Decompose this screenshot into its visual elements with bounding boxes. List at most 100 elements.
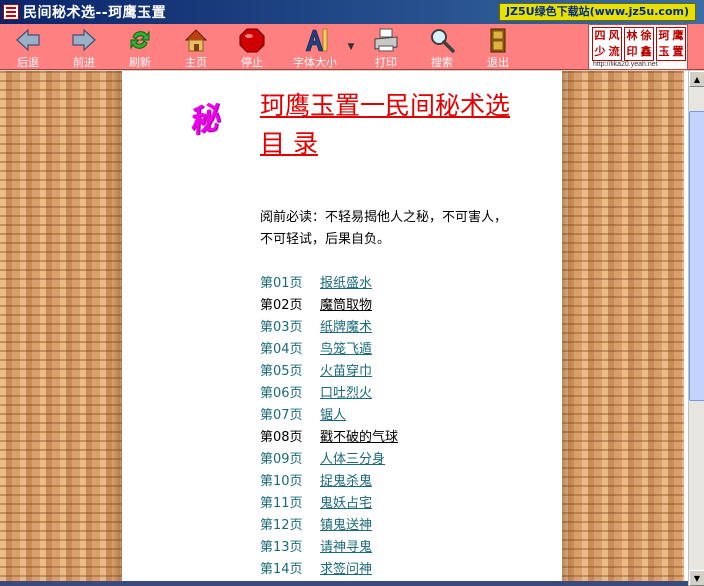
- toc-page-number: 第04页: [260, 342, 303, 357]
- seal-char: 流: [608, 45, 620, 58]
- table-of-contents: 第01页 报纸盛水第02页 魔筒取物第03页 纸牌魔术 第04页 鸟笼飞遁第05页 火苗穿巾…: [260, 273, 398, 581]
- back-button[interactable]: 后退: [0, 24, 56, 70]
- seal-stamp-3: 珂 鹰 玉 置: [656, 27, 686, 61]
- font-size-button[interactable]: 字体大小: [280, 24, 350, 70]
- toc-page-number: 第13页: [260, 540, 303, 555]
- toc-page-number: 第06页: [260, 386, 303, 401]
- notice-line-1: 阅前必读：不轻易揭他人之秘，不可害人，: [260, 210, 508, 225]
- stop-icon: [239, 28, 265, 53]
- vertical-scrollbar[interactable]: ▲ ▼: [688, 71, 704, 586]
- toc-link-page-5[interactable]: 第05页 火苗穿巾: [260, 364, 372, 379]
- toc-page-number: 第05页: [260, 364, 303, 379]
- refresh-label: 刷新: [129, 56, 151, 69]
- scroll-up-button[interactable]: ▲: [689, 71, 704, 87]
- toc-page-number: 第02页: [260, 298, 303, 313]
- refresh-button[interactable]: 刷新: [112, 24, 168, 70]
- toc-page-number: 第09页: [260, 452, 303, 467]
- seal-char: 玉: [658, 45, 670, 58]
- toc-page-number: 第08页: [260, 430, 303, 445]
- exit-door-icon: [490, 28, 506, 53]
- seal-url: http://lika20.yeah.net: [593, 61, 658, 68]
- toc-page-title: 鸟笼飞遁: [320, 342, 373, 357]
- toc-page-title: 火苗穿巾: [320, 364, 373, 379]
- exit-label: 退出: [487, 56, 509, 69]
- search-button[interactable]: 搜索: [414, 24, 470, 70]
- toc-page-title: 口吐烈火: [320, 386, 373, 401]
- back-label: 后退: [17, 56, 39, 69]
- home-label: 主页: [185, 56, 207, 69]
- toc-page-title: 锯人: [320, 408, 347, 423]
- chevron-down-icon[interactable]: ▼: [344, 24, 358, 70]
- headline-title: 珂鹰玉置一民间秘术选: [260, 91, 511, 120]
- seal-char: 四: [594, 29, 606, 42]
- toc-item: 第07页 锯人: [260, 405, 398, 427]
- page-content: 秘 珂鹰玉置一民间秘术选 目 录 阅前必读：不轻易揭他人之秘，不可害人， 不可轻…: [122, 71, 562, 586]
- toc-link-page-7[interactable]: 第07页 锯人: [260, 408, 346, 423]
- right-texture-border: [562, 71, 684, 586]
- toc-link-page-11[interactable]: 第11页 鬼妖占宅: [260, 496, 372, 511]
- toc-page-title: 请神寻鬼: [320, 540, 373, 555]
- home-button[interactable]: 主页: [168, 24, 224, 70]
- toc-link-page-4[interactable]: 第04页 鸟笼飞遁: [260, 342, 372, 357]
- seal-char: 印: [626, 45, 638, 58]
- toc-page-number: 第01页: [260, 276, 303, 291]
- font-size-label: 字体大小: [293, 56, 337, 69]
- toc-page-number: 第12页: [260, 518, 303, 533]
- toolbar: 后退 前进 刷新 主页 停止 字体大小 ▼ 打印 搜索 退出 四 风 少 流 林…: [0, 24, 704, 70]
- toc-link-page-3[interactable]: 第03页 纸牌魔术: [260, 320, 372, 335]
- toc-item: 第05页 火苗穿巾: [260, 361, 398, 383]
- toc-link-page-12[interactable]: 第12页 镇鬼送神: [260, 518, 372, 533]
- toc-link-page-9[interactable]: 第09页 人体三分身: [260, 452, 385, 467]
- toc-item: 第09页 人体三分身: [260, 449, 398, 471]
- title-bar: 民间秘术选--珂鹰玉置 JZ5U绿色下载站(www.jz5u.com): [0, 0, 704, 24]
- toc-item: 第08页 戳不破的气球: [260, 427, 398, 449]
- toc-item: 第13页 请神寻鬼: [260, 537, 398, 559]
- forward-button[interactable]: 前进: [56, 24, 112, 70]
- toc-page-number: 第11页: [260, 496, 303, 511]
- toc-link-page-13[interactable]: 第13页 请神寻鬼: [260, 540, 372, 555]
- font-size-icon: [305, 28, 328, 52]
- window-title: 民间秘术选--珂鹰玉置: [23, 5, 167, 21]
- toc-item: 第10页 捉鬼杀鬼: [260, 471, 398, 493]
- seal-char: 少: [594, 45, 606, 58]
- scroll-down-button[interactable]: ▼: [689, 570, 704, 586]
- toc-item: 第03页 纸牌魔术: [260, 317, 398, 339]
- scroll-thumb[interactable]: [689, 111, 704, 401]
- toc-page-number: 第10页: [260, 474, 303, 489]
- secret-glyph-logo: 秘: [185, 100, 223, 141]
- window-bottom-edge: [0, 581, 688, 586]
- seal-char: 鑫: [640, 45, 652, 58]
- toc-link-page-1[interactable]: 第01页 报纸盛水: [260, 276, 372, 291]
- seal-char: 珂: [658, 29, 670, 42]
- search-label: 搜索: [431, 56, 453, 69]
- print-button[interactable]: 打印: [358, 24, 414, 70]
- toc-link-page-2[interactable]: 第02页 魔筒取物: [260, 298, 372, 313]
- toc-link-page-8[interactable]: 第08页 戳不破的气球: [260, 430, 398, 445]
- seal-stamp-2: 林 徐 印 鑫: [624, 27, 654, 61]
- toc-page-title: 求签问神: [320, 562, 373, 577]
- stop-button[interactable]: 停止: [224, 24, 280, 70]
- printer-icon: [374, 28, 398, 52]
- search-icon: [431, 29, 455, 53]
- toc-page-title: 报纸盛水: [320, 276, 373, 291]
- toc-link-page-14[interactable]: 第14页 求签问神: [260, 562, 372, 577]
- toc-link-page-6[interactable]: 第06页 口吐烈火: [260, 386, 372, 401]
- brand-badge[interactable]: JZ5U绿色下载站(www.jz5u.com): [498, 3, 696, 21]
- print-label: 打印: [375, 56, 397, 69]
- seal-logo: 四 风 少 流 林 徐 印 鑫 珂 鹰 玉 置 http://lika20.ye…: [588, 24, 688, 70]
- toc-item: 第02页 魔筒取物: [260, 295, 398, 317]
- app-icon[interactable]: [3, 4, 19, 20]
- exit-button[interactable]: 退出: [470, 24, 526, 70]
- stop-label: 停止: [241, 56, 263, 69]
- forward-arrow-icon: [72, 28, 96, 52]
- toc-link-page-10[interactable]: 第10页 捉鬼杀鬼: [260, 474, 372, 489]
- toc-page-title: 纸牌魔术: [320, 320, 373, 335]
- toc-item: 第01页 报纸盛水: [260, 273, 398, 295]
- toc-page-number: 第07页: [260, 408, 303, 423]
- toc-page-title: 人体三分身: [320, 452, 386, 467]
- home-icon: [184, 29, 208, 52]
- toc-page-title: 魔筒取物: [320, 298, 373, 313]
- back-arrow-icon: [16, 28, 40, 52]
- left-texture-border: [0, 71, 122, 586]
- seal-char: 风: [608, 29, 620, 42]
